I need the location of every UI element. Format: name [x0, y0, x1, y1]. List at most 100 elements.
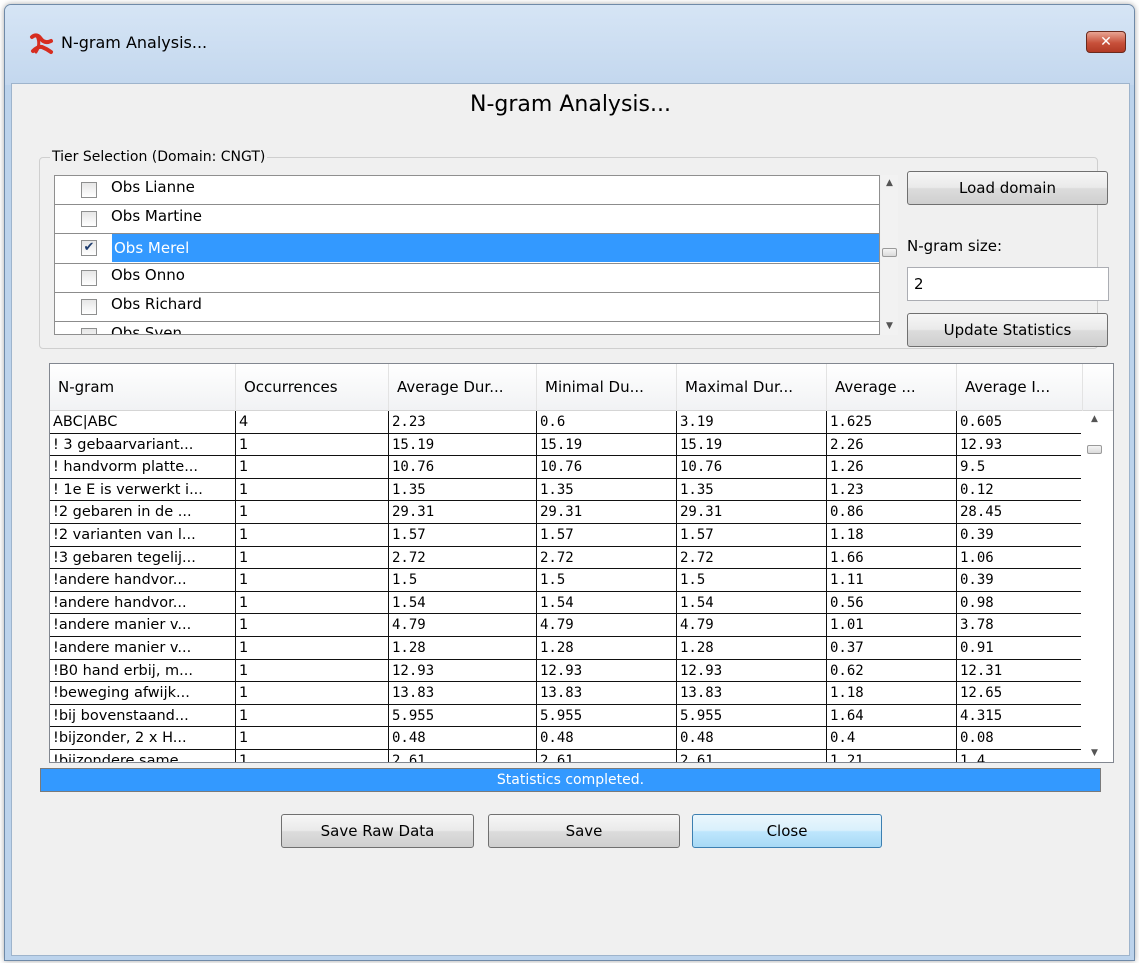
- column-header[interactable]: Average Dur...: [389, 364, 537, 411]
- table-cell: 0.48: [537, 727, 677, 750]
- table-row[interactable]: !B0 hand erbij, m... 1 12.93 12.93 12.93 0.62…: [50, 659, 1081, 683]
- table-cell: 1: [236, 704, 389, 727]
- scroll-up-arrow-icon[interactable]: ▲: [1086, 411, 1103, 428]
- tier-selection-legend: Tier Selection (Domain: CNGT): [52, 149, 266, 165]
- tier-list-item[interactable]: Obs Martine: [55, 205, 879, 234]
- table-cell: 2.72: [389, 546, 537, 569]
- table-cell: 1.06: [957, 547, 1081, 569]
- table-row[interactable]: !beweging afwijk... 1 13.83 13.83 13.83 1.18 1…: [50, 682, 1081, 705]
- table-cell: 1.54: [537, 591, 677, 614]
- table-cell: 28.45: [957, 501, 1081, 523]
- table-cell: 2.23: [389, 411, 537, 433]
- app-logo-icon: [30, 33, 53, 54]
- tier-checkbox[interactable]: ✔: [81, 240, 97, 256]
- tier-list-item[interactable]: Obs Onno: [55, 264, 879, 293]
- ngram-results-table[interactable]: N-gram Occurrences Average Dur... Minimal D…: [49, 363, 1114, 763]
- table-cell: 12.31: [957, 660, 1081, 682]
- scroll-down-arrow-icon[interactable]: ▼: [881, 318, 898, 335]
- update-statistics-button[interactable]: Update Statistics: [907, 313, 1108, 347]
- column-header[interactable]: Maximal Dur...: [677, 364, 827, 411]
- tier-checkbox[interactable]: [81, 270, 97, 286]
- scroll-thumb[interactable]: [1087, 445, 1102, 454]
- close-button[interactable]: Close: [692, 814, 882, 848]
- table-row[interactable]: !bijzonder, 2 x H... 1 0.48 0.48 0.48 0.4 0.08: [50, 727, 1081, 750]
- table-cell: 12.93: [389, 659, 537, 682]
- table-cell: 1: [236, 591, 389, 614]
- table-row[interactable]: !2 gebaren in de ... 1 29.31 29.31 29.31 0.86…: [50, 501, 1081, 524]
- tier-list-item[interactable]: Obs Richard: [55, 293, 879, 322]
- column-header[interactable]: N-gram: [50, 364, 236, 411]
- table-cell: 0.62: [827, 659, 957, 682]
- table-cell: 29.31: [677, 501, 827, 524]
- table-cell: 3.19: [677, 411, 827, 433]
- column-header[interactable]: Average I...: [957, 364, 1083, 411]
- tier-checkbox[interactable]: [81, 328, 97, 334]
- tier-checkbox[interactable]: [81, 182, 97, 198]
- table-cell: 1: [236, 433, 389, 456]
- table-row[interactable]: !andere manier v... 1 4.79 4.79 4.79 1.01 3.78: [50, 614, 1081, 637]
- table-cell: 1.5: [537, 569, 677, 592]
- table-row[interactable]: !2 varianten van l... 1 1.57 1.57 1.57 1.18 0.…: [50, 523, 1081, 547]
- tier-checkbox[interactable]: [81, 211, 97, 227]
- scroll-down-arrow-icon[interactable]: ▼: [1086, 745, 1103, 762]
- window-close-button[interactable]: ✕: [1086, 31, 1126, 53]
- column-header[interactable]: Average ...: [827, 364, 957, 411]
- tier-list-item[interactable]: Obs Lianne: [55, 176, 879, 205]
- tier-list-scrollbar[interactable]: ▲ ▼: [881, 175, 898, 335]
- table-row[interactable]: ! 3 gebaarvariant... 1 15.19 15.19 15.19 2.26…: [50, 433, 1081, 457]
- tier-label: Obs Merel: [111, 234, 879, 262]
- tier-list[interactable]: Obs Lianne Obs Martine ✔ Obs Merel Obs Onno O…: [54, 175, 880, 335]
- ngram-size-input[interactable]: 2: [907, 267, 1109, 301]
- table-cell: 1.57: [389, 523, 537, 546]
- column-header[interactable]: Occurrences: [236, 364, 389, 411]
- tier-list-item[interactable]: ✔ Obs Merel: [55, 234, 879, 264]
- table-row[interactable]: !andere manier v... 1 1.28 1.28 1.28 0.37 0.91: [50, 636, 1081, 660]
- table-cell: 3.78: [957, 614, 1081, 636]
- table-cell: 1.01: [827, 614, 957, 637]
- table-row[interactable]: ABC|ABC 4 2.23 0.6 3.19 1.625 0.605: [50, 411, 1081, 434]
- table-cell: 4.79: [537, 614, 677, 637]
- table-cell: 15.19: [677, 433, 827, 456]
- scroll-thumb[interactable]: [882, 248, 897, 257]
- table-cell: ! handvorm platte...: [50, 456, 236, 479]
- table-cell: 1: [236, 478, 389, 501]
- table-row[interactable]: !andere handvor... 1 1.54 1.54 1.54 0.56 0.98: [50, 591, 1081, 615]
- column-header[interactable]: Minimal Du...: [537, 364, 677, 411]
- status-progress-bar: Statistics completed.: [40, 768, 1101, 792]
- scroll-up-arrow-icon[interactable]: ▲: [881, 175, 898, 192]
- table-cell: 10.76: [389, 456, 537, 479]
- table-cell: 0.605: [957, 411, 1081, 433]
- table-cell: 0.48: [389, 727, 537, 750]
- table-cell: !2 varianten van l...: [50, 523, 236, 546]
- table-scrollbar[interactable]: ▲ ▼: [1086, 411, 1103, 762]
- table-cell: !3 gebaren tegelij...: [50, 546, 236, 569]
- table-cell: 1.28: [537, 636, 677, 659]
- tier-checkbox[interactable]: [81, 299, 97, 315]
- title-bar[interactable]: N-gram Analysis... ✕: [5, 5, 1134, 85]
- table-cell: 4: [236, 411, 389, 433]
- table-cell: 1.26: [827, 456, 957, 479]
- table-row[interactable]: !bij bovenstaand... 1 5.955 5.955 5.955 1.64 4…: [50, 704, 1081, 728]
- table-row[interactable]: !andere handvor... 1 1.5 1.5 1.5 1.11 0.39: [50, 569, 1081, 592]
- table-cell: 1.4: [957, 750, 1081, 762]
- tier-list-item[interactable]: Obs Sven: [55, 322, 879, 334]
- table-cell: 1: [236, 659, 389, 682]
- save-button[interactable]: Save: [488, 814, 680, 848]
- table-row[interactable]: ! 1e E is verwerkt i... 1 1.35 1.35 1.35 1.23…: [50, 478, 1081, 502]
- table-cell: 13.83: [537, 682, 677, 705]
- table-cell: 0.12: [957, 479, 1081, 501]
- save-raw-data-button[interactable]: Save Raw Data: [281, 814, 474, 848]
- table-row[interactable]: ! handvorm platte... 1 10.76 10.76 10.76 1.26…: [50, 456, 1081, 479]
- close-icon: ✕: [1100, 34, 1112, 50]
- table-cell: !B0 hand erbij, m...: [50, 659, 236, 682]
- table-cell: 0.6: [537, 411, 677, 433]
- table-cell: 1.28: [389, 636, 537, 659]
- table-cell: 1: [236, 523, 389, 546]
- table-row[interactable]: !3 gebaren tegelij... 1 2.72 2.72 2.72 1.66 1.…: [50, 546, 1081, 570]
- table-cell: 1.18: [827, 523, 957, 546]
- load-domain-button[interactable]: Load domain: [907, 171, 1108, 205]
- table-cell: 0.48: [677, 727, 827, 750]
- table-row[interactable]: !bijzondere same... 1 2.61 2.61 2.61 1.21 1.4: [50, 749, 1081, 762]
- table-cell: 1.28: [677, 636, 827, 659]
- tier-label: Obs Richard: [111, 295, 202, 313]
